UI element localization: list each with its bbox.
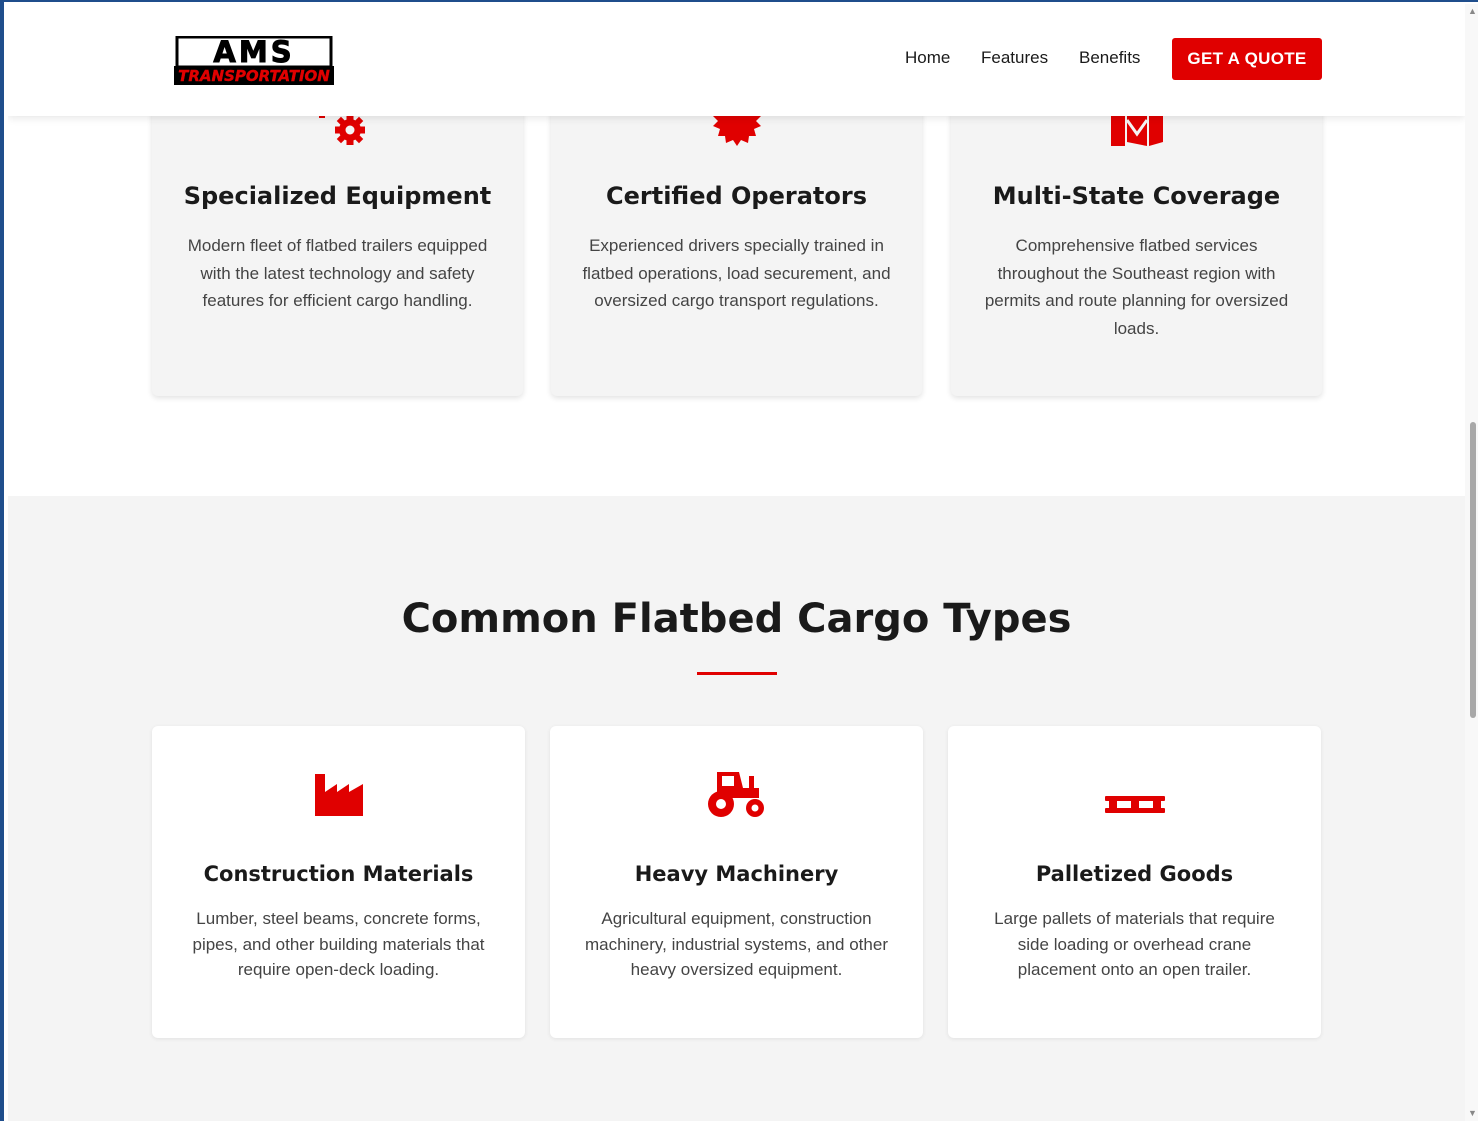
get-quote-button[interactable]: GET A QUOTE: [1172, 38, 1322, 80]
cargo-card-palletized-goods: Palletized Goods Large pallets of materi…: [948, 726, 1321, 1038]
nav-benefits[interactable]: Benefits: [1079, 48, 1140, 68]
cargo-types-section: Common Flatbed Cargo Types Construction …: [8, 496, 1465, 1121]
nav-home[interactable]: Home: [905, 48, 950, 68]
scroll-up-arrow-icon[interactable]: ▲: [1468, 6, 1477, 16]
logo-text-ams: AMS: [213, 36, 294, 69]
feature-title: Specialized Equipment: [183, 182, 492, 210]
cargo-title: Heavy Machinery: [634, 862, 839, 886]
logo-text-transportation: TRANSPORTATION: [178, 67, 330, 85]
feature-title: Multi-State Coverage: [992, 182, 1281, 210]
cargo-description: Agricultural equipment, construction mac…: [585, 909, 888, 979]
cargo-title: Construction Materials: [203, 862, 474, 886]
cargo-description: Lumber, steel beams, concrete forms, pip…: [192, 909, 485, 979]
page: Specialized Equipment Modern fleet of fl…: [8, 4, 1465, 1121]
site-header: AMS TRANSPORTATION Home Features Benefit…: [8, 4, 1465, 116]
feature-title: Certified Operators: [606, 182, 867, 210]
feature-description: Experienced drivers specially trained in…: [582, 236, 891, 310]
ams-logo[interactable]: AMS TRANSPORTATION: [174, 36, 334, 86]
industry-icon: [314, 774, 363, 816]
feature-description: Modern fleet of flatbed trailers equippe…: [187, 236, 488, 310]
tractor-icon: [707, 772, 764, 817]
cargo-title: Palletized Goods: [1035, 862, 1234, 886]
nav-features[interactable]: Features: [981, 48, 1048, 68]
pallet-icon: [1104, 796, 1165, 813]
cargo-description: Large pallets of materials that require …: [994, 909, 1275, 979]
cargo-card-construction-materials: Construction Materials Lumber, steel bea…: [152, 726, 525, 1038]
section-title: Common Flatbed Cargo Types: [401, 596, 1072, 642]
scrollbar-thumb[interactable]: [1470, 422, 1476, 718]
feature-description: Comprehensive flatbed services throughou…: [984, 236, 1289, 338]
title-underline: [697, 672, 777, 675]
scroll-down-arrow-icon[interactable]: ▼: [1468, 1108, 1477, 1118]
cargo-card-heavy-machinery: Heavy Machinery Agricultural equipment, …: [550, 726, 923, 1038]
